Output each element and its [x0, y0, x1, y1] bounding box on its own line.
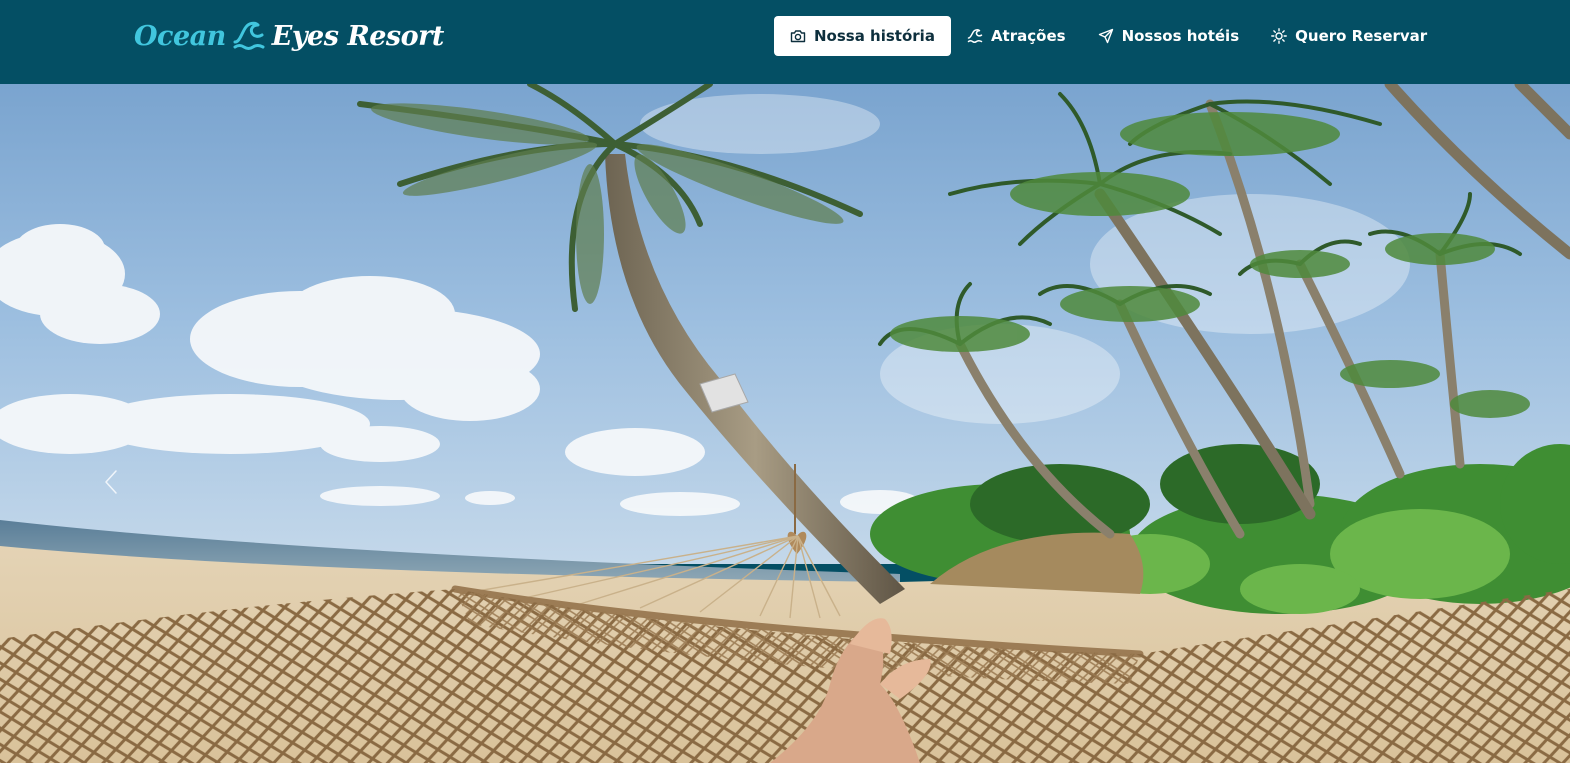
nav-item-nossos-hoteis[interactable]: Nossos hotéis [1082, 16, 1256, 56]
nav-item-nossa-historia[interactable]: Nossa história [774, 16, 951, 56]
hero-carousel [0, 84, 1570, 763]
nav-item-label: Nossos hotéis [1121, 27, 1240, 45]
brand-name-first: Ocean [134, 20, 226, 52]
chevron-left-icon [104, 469, 118, 499]
beach-hammock-palm-trees-photo [0, 84, 1570, 763]
brand-name-second: Eyes Resort [271, 20, 445, 52]
sun-icon [1271, 28, 1288, 44]
camera-icon [790, 28, 806, 44]
nav-item-label: Nossa história [814, 27, 935, 45]
nav-item-label: Quero Reservar [1295, 27, 1428, 45]
wave-icon [232, 20, 266, 52]
nav-item-label: Atrações [990, 27, 1066, 45]
nav-item-quero-reservar[interactable]: Quero Reservar [1255, 16, 1443, 56]
brand-logo[interactable]: Ocean Eyes Resort [134, 14, 444, 58]
nav-item-atracoes[interactable]: Atrações [951, 16, 1082, 56]
wave-icon [967, 28, 983, 44]
main-nav: Nossa história Atrações Nossos hotéis Qu… [774, 16, 1443, 56]
top-navbar: Ocean Eyes Resort Nossa história Atraçõe… [0, 0, 1570, 84]
carousel-prev-button[interactable] [96, 469, 126, 499]
send-icon [1098, 28, 1114, 44]
